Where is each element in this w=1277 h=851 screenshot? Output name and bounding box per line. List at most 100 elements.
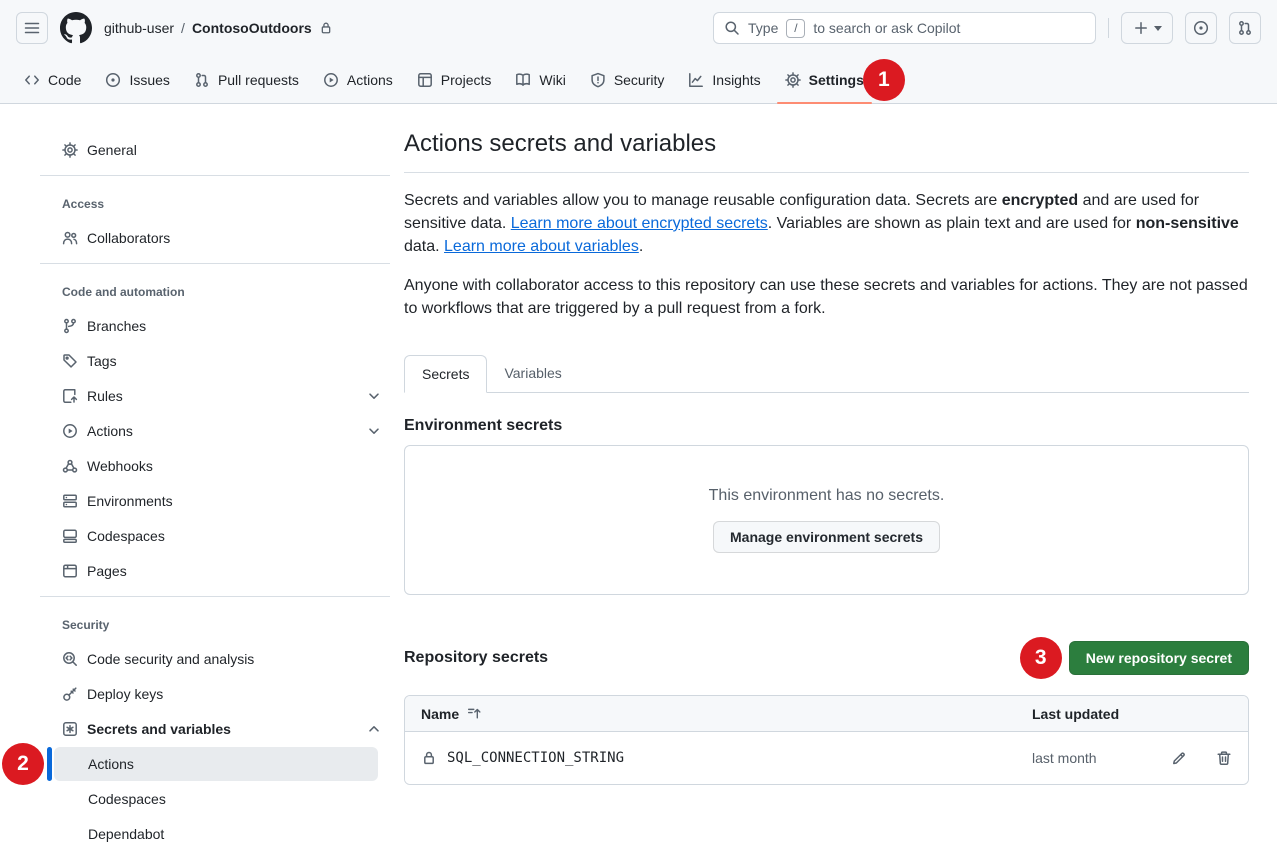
tab-pull-requests[interactable]: Pull requests — [186, 56, 307, 103]
sort-ascending-icon — [467, 706, 482, 721]
sidebar-item-secrets-and-variables[interactable]: Secrets and variables — [40, 711, 390, 746]
browser-icon — [62, 563, 78, 579]
sidebar-item-pages[interactable]: Pages — [40, 553, 390, 588]
edit-secret-button[interactable] — [1171, 750, 1187, 766]
tab-issues[interactable]: Issues — [97, 56, 177, 103]
sidebar-subitem-dependabot[interactable]: Dependabot — [40, 816, 390, 851]
sidebar-item-collaborators[interactable]: Collaborators — [40, 220, 390, 255]
sidebar-item-tags[interactable]: Tags — [40, 343, 390, 378]
sidebar-section-security: Security — [40, 605, 390, 641]
github-logo[interactable] — [60, 12, 92, 44]
server-icon — [62, 493, 78, 509]
callout-step-2: 2 — [2, 743, 44, 785]
pull-requests-dashboard-button[interactable] — [1229, 12, 1261, 44]
table-header-row: Name Last updated — [405, 696, 1248, 732]
gear-icon — [62, 142, 78, 158]
sidebar-item-codespaces[interactable]: Codespaces — [40, 518, 390, 553]
slash-key-hint: / — [786, 19, 805, 38]
column-header-last-updated: Last updated — [1032, 706, 1232, 722]
sidebar-subitem-codespaces[interactable]: Codespaces — [40, 781, 390, 816]
trash-icon — [1216, 750, 1232, 766]
search-icon — [724, 20, 740, 36]
shield-icon — [590, 72, 606, 88]
sidebar-divider — [40, 263, 390, 264]
repository-secrets-table: Name Last updated SQL_CONNECTION_STRING … — [404, 695, 1249, 785]
settings-layout: General Access Collaborators Code and au… — [0, 104, 1277, 851]
hamburger-menu-button[interactable] — [16, 12, 48, 44]
sidebar-subitem-actions[interactable]: 2 Actions — [54, 747, 378, 781]
new-repository-secret-button[interactable]: New repository secret — [1069, 641, 1249, 675]
sidebar-item-environments[interactable]: Environments — [40, 483, 390, 518]
header-divider — [1108, 18, 1109, 38]
caret-down-icon — [1154, 26, 1162, 31]
pencil-icon — [1171, 750, 1187, 766]
git-pull-request-icon — [194, 72, 210, 88]
sidebar-item-general[interactable]: General — [40, 132, 390, 167]
codespaces-icon — [62, 528, 78, 544]
people-icon — [62, 230, 78, 246]
tab-wiki[interactable]: Wiki — [507, 56, 573, 103]
sidebar-section-access: Access — [40, 184, 390, 220]
git-pull-request-icon — [1237, 20, 1253, 36]
page-title: Actions secrets and variables — [404, 130, 1249, 173]
hamburger-icon — [24, 20, 40, 36]
settings-main: Actions secrets and variables Secrets an… — [404, 104, 1249, 785]
secret-name-cell: SQL_CONNECTION_STRING — [421, 750, 1032, 766]
secret-meta-cell: last month — [1032, 750, 1232, 766]
breadcrumb-repo[interactable]: ContosoOutdoors — [192, 20, 312, 36]
global-search-input[interactable]: Type / to search or ask Copilot — [713, 12, 1096, 44]
tab-security[interactable]: Security — [582, 56, 673, 103]
sidebar-divider — [40, 596, 390, 597]
link-variables[interactable]: Learn more about variables — [444, 238, 639, 255]
breadcrumb-separator: / — [181, 20, 185, 36]
codescan-icon — [62, 651, 78, 667]
sidebar-item-branches[interactable]: Branches — [40, 308, 390, 343]
create-new-button[interactable] — [1121, 12, 1173, 44]
tab-settings[interactable]: Settings 1 — [777, 56, 872, 103]
gear-icon — [785, 72, 801, 88]
rules-icon — [62, 388, 78, 404]
secret-row: SQL_CONNECTION_STRING last month — [405, 732, 1248, 784]
access-paragraph: Anyone with collaborator access to this … — [404, 274, 1249, 320]
repo-nav: Code Issues Pull requests Actions Projec… — [0, 56, 1277, 104]
git-branch-icon — [62, 318, 78, 334]
environment-secrets-heading: Environment secrets — [404, 417, 1249, 435]
manage-environment-secrets-button[interactable]: Manage environment secrets — [713, 521, 940, 553]
app-header: github-user / ContosoOutdoors Type / to … — [0, 0, 1277, 56]
tab-projects[interactable]: Projects — [409, 56, 500, 103]
sidebar-item-webhooks[interactable]: Webhooks — [40, 448, 390, 483]
link-encrypted-secrets[interactable]: Learn more about encrypted secrets — [511, 215, 768, 232]
tab-actions[interactable]: Actions — [315, 56, 401, 103]
settings-sidebar: General Access Collaborators Code and au… — [40, 104, 390, 851]
empty-message: This environment has no secrets. — [709, 487, 945, 505]
column-header-name[interactable]: Name — [421, 706, 1032, 722]
tab-code[interactable]: Code — [16, 56, 89, 103]
callout-step-3: 3 — [1020, 637, 1062, 679]
play-circle-icon — [323, 72, 339, 88]
sidebar-item-rules[interactable]: Rules — [40, 378, 390, 413]
breadcrumb-owner[interactable]: github-user — [104, 20, 174, 36]
issue-opened-icon — [105, 72, 121, 88]
sidebar-item-deploy-keys[interactable]: Deploy keys — [40, 676, 390, 711]
delete-secret-button[interactable] — [1216, 750, 1232, 766]
issues-dashboard-button[interactable] — [1185, 12, 1217, 44]
plus-icon — [1133, 20, 1149, 36]
table-icon — [417, 72, 433, 88]
code-icon — [24, 72, 40, 88]
tab-secrets[interactable]: Secrets — [404, 355, 487, 393]
key-icon — [62, 686, 78, 702]
graph-icon — [688, 72, 704, 88]
tag-icon — [62, 353, 78, 369]
sidebar-section-code-automation: Code and automation — [40, 272, 390, 308]
repository-secrets-heading: Repository secrets — [404, 649, 1020, 667]
sidebar-item-code-security[interactable]: Code security and analysis — [40, 641, 390, 676]
tab-insights[interactable]: Insights — [680, 56, 768, 103]
environment-secrets-empty-box: This environment has no secrets. Manage … — [404, 445, 1249, 595]
intro-paragraph: Secrets and variables allow you to manag… — [404, 189, 1249, 258]
lock-icon — [421, 750, 437, 766]
tab-variables[interactable]: Variables — [487, 355, 578, 392]
search-placeholder-prefix: Type — [748, 20, 778, 36]
chevron-up-icon — [366, 721, 382, 737]
search-placeholder-suffix: to search or ask Copilot — [813, 20, 960, 36]
sidebar-item-actions[interactable]: Actions — [40, 413, 390, 448]
